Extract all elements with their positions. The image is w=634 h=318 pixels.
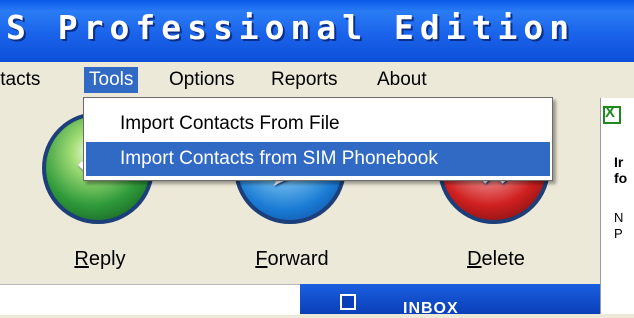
reply-label: Reply bbox=[74, 248, 126, 270]
tools-dropdown-menu: Import Contacts From File Import Contact… bbox=[83, 97, 553, 181]
bottom-left-pane bbox=[0, 284, 300, 315]
menu-import-contacts-file[interactable]: Import Contacts From File bbox=[86, 107, 550, 141]
menu-reports[interactable]: Reports bbox=[266, 67, 343, 93]
excel-icon[interactable]: X bbox=[603, 104, 621, 124]
inbox-label: INBOX bbox=[403, 300, 459, 317]
delete-label: Delete bbox=[467, 248, 525, 270]
menu-contacts[interactable]: ıtacts bbox=[0, 67, 45, 93]
menu-bar: ıtacts Tools Options Reports About bbox=[0, 62, 634, 98]
menu-about[interactable]: About bbox=[372, 67, 432, 93]
forward-label: Forward bbox=[255, 248, 329, 270]
right-panel: X Ir fo NP bbox=[600, 98, 634, 314]
inbox-folder[interactable]: INBOX bbox=[300, 284, 600, 317]
folder-icon bbox=[340, 294, 356, 310]
menu-import-contacts-sim[interactable]: Import Contacts from SIM Phonebook bbox=[86, 142, 550, 176]
right-panel-heading: Ir fo bbox=[614, 154, 628, 186]
menu-tools[interactable]: Tools bbox=[84, 67, 139, 93]
title-bar: S Professional Edition bbox=[0, 0, 634, 62]
menu-options[interactable]: Options bbox=[164, 67, 239, 93]
window-title: S Professional Edition bbox=[6, 8, 576, 47]
right-panel-text: NP bbox=[614, 210, 624, 241]
